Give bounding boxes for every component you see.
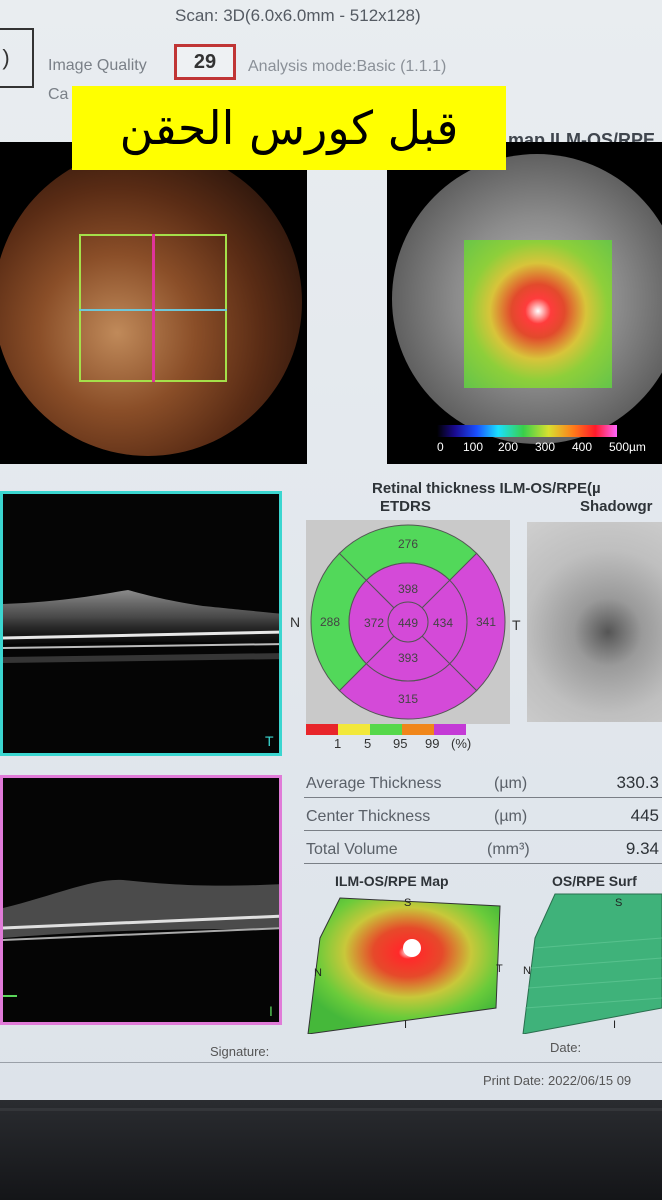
colorbar-label: 400 — [572, 440, 593, 454]
etdrs-value-inner-nasal: 372 — [364, 616, 384, 630]
legend-label: 99 — [425, 736, 440, 751]
oct-bscan-1-drawing: T — [3, 590, 279, 749]
center-thickness-unit: (µm) — [494, 808, 528, 825]
etdrs-value-inner-superior: 398 — [398, 582, 418, 596]
oct-marker-t: T — [265, 733, 274, 749]
ilm-map-title: ILM-OS/RPE Map — [335, 873, 449, 889]
surface-i-label: I — [613, 1019, 616, 1031]
etdrs-label: ETDRS — [380, 498, 431, 515]
image-quality-label: Image Quality — [48, 57, 147, 74]
capture-label: Ca — [48, 86, 69, 103]
print-date: Print Date: 2022/06/15 09 — [483, 1073, 632, 1088]
map-t-label: T — [496, 963, 503, 975]
center-thickness-label: Center Thickness — [306, 808, 431, 825]
total-volume-unit: (mm³) — [487, 841, 530, 858]
ilm-3d-map: S N T I — [307, 897, 503, 1034]
left-box: ) — [0, 28, 34, 88]
etdrs-value-outer-inferior: 315 — [398, 692, 418, 706]
scan-info: Scan: 3D(6.0x6.0mm - 512x128) — [175, 6, 421, 25]
colorbar-label: 500µm — [609, 440, 646, 454]
os-rpe-surface: S N I — [522, 893, 662, 1034]
etdrs-value-outer-nasal: 288 — [320, 615, 340, 629]
shadowgram-label: Shadowgr — [580, 498, 653, 515]
colorbar-label: 200 — [498, 440, 519, 454]
retinal-thickness-title: Retinal thickness ILM-OS/RPE(µ — [372, 480, 601, 497]
image-quality-value: 29 — [174, 44, 236, 80]
etdrs-value-center: 449 — [398, 616, 418, 630]
os-surface-title: OS/RPE Surf — [552, 873, 637, 889]
map-s-label: S — [404, 897, 411, 909]
average-thickness-unit: (µm) — [494, 775, 528, 792]
etdrs-nasal-side: N — [290, 614, 301, 630]
oct-bscan-vertical: I — [0, 775, 282, 1025]
arabic-caption-banner: قبل كورس الحقن — [72, 86, 506, 170]
average-thickness-label: Average Thickness — [306, 775, 442, 792]
map-i-label: I — [404, 1019, 407, 1031]
etdrs-temporal-side: T — [512, 617, 521, 633]
stat-divider — [304, 863, 662, 864]
etdrs-value-inner-inferior: 393 — [398, 651, 418, 665]
stat-divider — [304, 830, 662, 831]
colorbar-label: 300 — [535, 440, 556, 454]
analysis-mode: Analysis mode:Basic (1.1.1) — [248, 58, 447, 75]
map-n-label: N — [314, 967, 322, 979]
signature-label: Signature: — [210, 1044, 270, 1059]
thickness-map-image — [387, 142, 662, 464]
total-volume-value: 9.34 — [625, 839, 659, 858]
monitor-bezel — [0, 1100, 662, 1200]
legend-yellow — [338, 724, 370, 735]
etdrs-value-inner-temporal: 434 — [433, 616, 453, 630]
legend-label: 5 — [364, 736, 372, 751]
date-label: Date: — [550, 1040, 582, 1055]
etdrs-value-outer-temporal: 341 — [476, 615, 496, 629]
legend-label: 95 — [393, 736, 408, 751]
legend-label: (%) — [451, 736, 472, 751]
thickness-heatmap — [464, 240, 612, 388]
colorbar-label: 100 — [463, 440, 484, 454]
stat-divider — [304, 797, 662, 798]
legend-magenta — [434, 724, 466, 735]
legend-label: 1 — [334, 736, 342, 751]
fundus-image — [0, 142, 307, 464]
etdrs-grid: 276 288 341 315 398 372 434 393 449 — [310, 524, 506, 720]
legend-red — [306, 724, 338, 735]
shadowgram-image — [527, 522, 662, 722]
surface-n-label: N — [523, 965, 531, 977]
oct-bscan-horizontal: T — [0, 491, 282, 756]
legend-green — [370, 724, 402, 735]
report-page: Scan: 3D(6.0x6.0mm - 512x128) ) Image Qu… — [0, 0, 662, 1100]
thickness-colorbar — [437, 425, 617, 437]
center-thickness-value: 445 — [630, 806, 659, 825]
legend-orange — [402, 724, 434, 735]
total-volume-label: Total Volume — [306, 841, 398, 858]
oct-bscan-2-drawing: I — [3, 879, 279, 1019]
colorbar-label: 0 — [437, 440, 444, 454]
oct-marker-i: I — [269, 1003, 273, 1019]
scan-vertical-line — [152, 234, 155, 382]
average-thickness-value: 330.3 — [616, 773, 659, 792]
surface-s-label: S — [615, 897, 622, 909]
etdrs-value-outer-superior: 276 — [398, 537, 418, 551]
footer-divider — [0, 1062, 662, 1063]
